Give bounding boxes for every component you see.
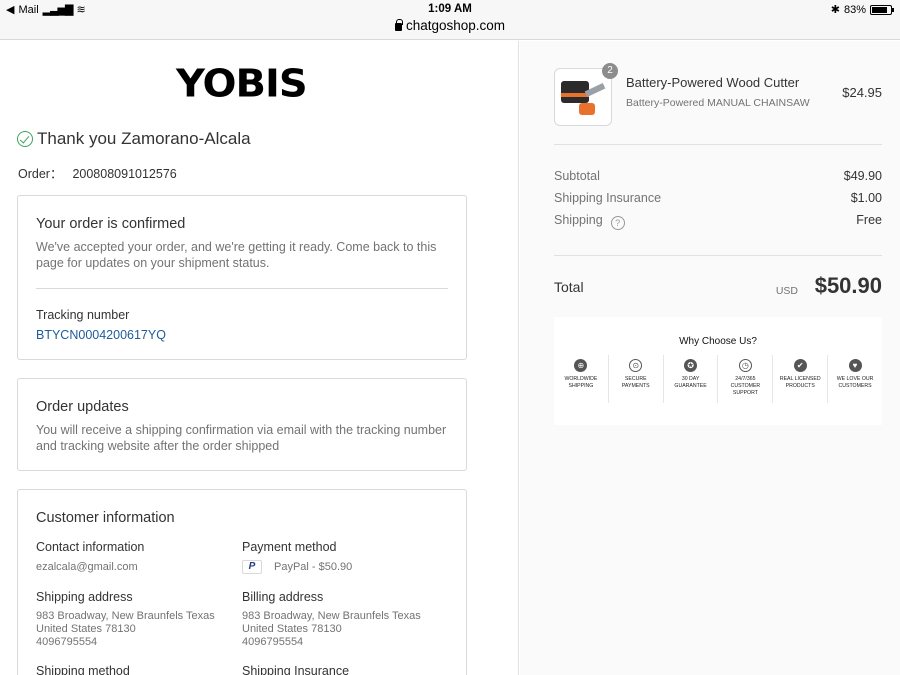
billing-address-line: 983 Broadway, New Braunfels Texas: [242, 610, 421, 622]
divider: [36, 288, 448, 289]
total-value: $50.90: [814, 273, 882, 298]
guarantee-ribbon-icon: ✪: [684, 359, 698, 372]
url-text: chatgoshop.com: [405, 18, 506, 33]
bluetooth-icon: ✱: [830, 4, 840, 16]
trust-badge-label: WE LOVE OUR CUSTOMERS: [836, 376, 874, 389]
ios-status-bar: ◀ Mail ▂▃▅▇ ≋ 1:09 AM chatgoshop.com ✱ 8…: [0, 0, 900, 40]
order-label: Order：: [18, 167, 63, 181]
confirmed-title: Your order is confirmed: [36, 216, 186, 232]
clock: 1:09 AM: [428, 3, 472, 15]
insurance-value: $1.00: [850, 191, 882, 205]
why-choose-title: Why Choose Us?: [679, 336, 757, 347]
checkmark-icon: ✔: [793, 359, 807, 372]
product-variant: Battery-Powered MANUAL CHAINSAW: [626, 97, 810, 109]
trust-badge-label: 30 DAY GUARANTEE: [674, 376, 707, 389]
trust-badge: ⊕ WORLDWIDE SHIPPING: [554, 355, 609, 403]
billing-address-line: 4096795554: [242, 636, 304, 648]
globe-icon: ⊕: [574, 359, 588, 372]
trust-badge: ✔ REAL LICENSED PRODUCTS: [773, 355, 829, 403]
chainsaw-handle-shape: [579, 103, 595, 115]
payment-text: PayPal - $50.90: [274, 560, 353, 573]
order-updates-card: Order updates You will receive a shippin…: [17, 378, 467, 471]
order-status-panel: YOBIS Thank you Zamorano-Alcala Order： 20…: [0, 41, 519, 675]
battery-percent: 83%: [843, 3, 866, 16]
order-number-line: Order： 200808091012576: [18, 163, 177, 182]
billing-address-label: Billing address: [242, 590, 324, 604]
heart-icon: ♥: [848, 359, 862, 372]
order-number: 200808091012576: [72, 167, 177, 181]
payment-method-value: P PayPal - $50.90: [242, 560, 352, 574]
order-confirmed-card: Your order is confirmed We've accepted y…: [17, 195, 467, 360]
shipping-label: Shipping: [554, 213, 603, 227]
quantity-badge: 2: [602, 63, 618, 79]
billing-address: 983 Broadway, New Braunfels Texas United…: [242, 610, 421, 649]
status-right: ✱ 83%: [830, 3, 894, 16]
product-price: $24.95: [842, 85, 882, 100]
subtotal-label: Subtotal: [554, 169, 600, 183]
shipping-address-line: 983 Broadway, New Braunfels Texas: [36, 610, 215, 622]
shipping-value: Free: [856, 213, 882, 227]
check-circle-icon: [17, 131, 33, 147]
insurance-label: Shipping Insurance: [554, 191, 662, 205]
paypal-icon: P: [242, 560, 262, 574]
secure-payment-icon: ⊙: [629, 359, 643, 372]
support-clock-icon: ◷: [738, 359, 752, 372]
total-label: Total: [554, 279, 584, 295]
store-logo[interactable]: YOBIS: [176, 62, 308, 106]
order-summary-panel: 2 Battery-Powered Wood Cutter Battery-Po…: [520, 41, 900, 675]
thank-you-text: Thank you Zamorano-Alcala: [37, 129, 251, 148]
trust-badge: ♥ WE LOVE OUR CUSTOMERS: [828, 355, 882, 403]
shipping-address: 983 Broadway, New Braunfels Texas United…: [36, 610, 215, 649]
tracking-number-link[interactable]: BTYCN0004200617YQ: [36, 328, 166, 342]
trust-badge: ✪ 30 DAY GUARANTEE: [664, 355, 719, 403]
shipping-insurance-label: Shipping Insurance: [242, 664, 350, 675]
trust-badge: ⊙ SECURE PAYMENTS: [609, 355, 664, 403]
trust-badge-label: 24/7/365 CUSTOMER SUPPORT: [730, 376, 761, 396]
payment-method-label: Payment method: [242, 540, 337, 554]
customer-information-card: Customer information Contact information…: [17, 489, 467, 675]
product-title: Battery-Powered Wood Cutter: [626, 75, 800, 90]
shipping-insurance-row: Shipping Insurance $1.00: [554, 191, 882, 205]
updates-title: Order updates: [36, 399, 129, 415]
trust-badge-label: SECURE PAYMENTS: [621, 376, 650, 389]
trust-badge: ◷ 24/7/365 CUSTOMER SUPPORT: [718, 355, 774, 403]
help-question-icon[interactable]: ?: [610, 216, 625, 230]
shipping-address-label: Shipping address: [36, 590, 133, 604]
battery-icon: [870, 4, 894, 15]
thank-you-heading: Thank you Zamorano-Alcala: [17, 129, 251, 149]
why-choose-us-banner: Why Choose Us? ⊕ WORLDWIDE SHIPPING ⊙ SECUR…: [554, 317, 882, 425]
trust-badge-label: WORLDWIDE SHIPPING: [564, 376, 598, 389]
contact-email: ezalcala@gmail.com: [36, 561, 138, 573]
divider: [554, 144, 882, 145]
divider: [554, 255, 882, 256]
subtotal-value: $49.90: [843, 169, 882, 183]
confirmed-message: We've accepted your order, and we're get…: [36, 240, 437, 270]
contact-info-label: Contact information: [36, 540, 145, 554]
address-bar[interactable]: chatgoshop.com: [0, 18, 900, 33]
customer-info-title: Customer information: [36, 510, 175, 526]
product-thumbnail: [554, 68, 612, 126]
shipping-method-label: Shipping method: [36, 664, 130, 675]
shipping-row: Shipping? Free: [554, 213, 882, 230]
tracking-label: Tracking number: [36, 308, 130, 322]
updates-message: You will receive a shipping confirmation…: [36, 423, 447, 453]
billing-address-line: United States 78130: [242, 623, 342, 635]
battery-level: [872, 6, 887, 13]
shipping-address-line: United States 78130: [36, 623, 136, 635]
lock-icon: [394, 19, 403, 31]
total-currency: USD: [775, 285, 798, 297]
trust-badges: ⊕ WORLDWIDE SHIPPING ⊙ SECURE PAYMENTS ✪ 30 D…: [554, 355, 882, 403]
trust-badge-label: REAL LICENSED PRODUCTS: [779, 376, 821, 389]
subtotal-row: Subtotal $49.90: [554, 169, 882, 183]
shipping-address-line: 4096795554: [36, 636, 98, 648]
